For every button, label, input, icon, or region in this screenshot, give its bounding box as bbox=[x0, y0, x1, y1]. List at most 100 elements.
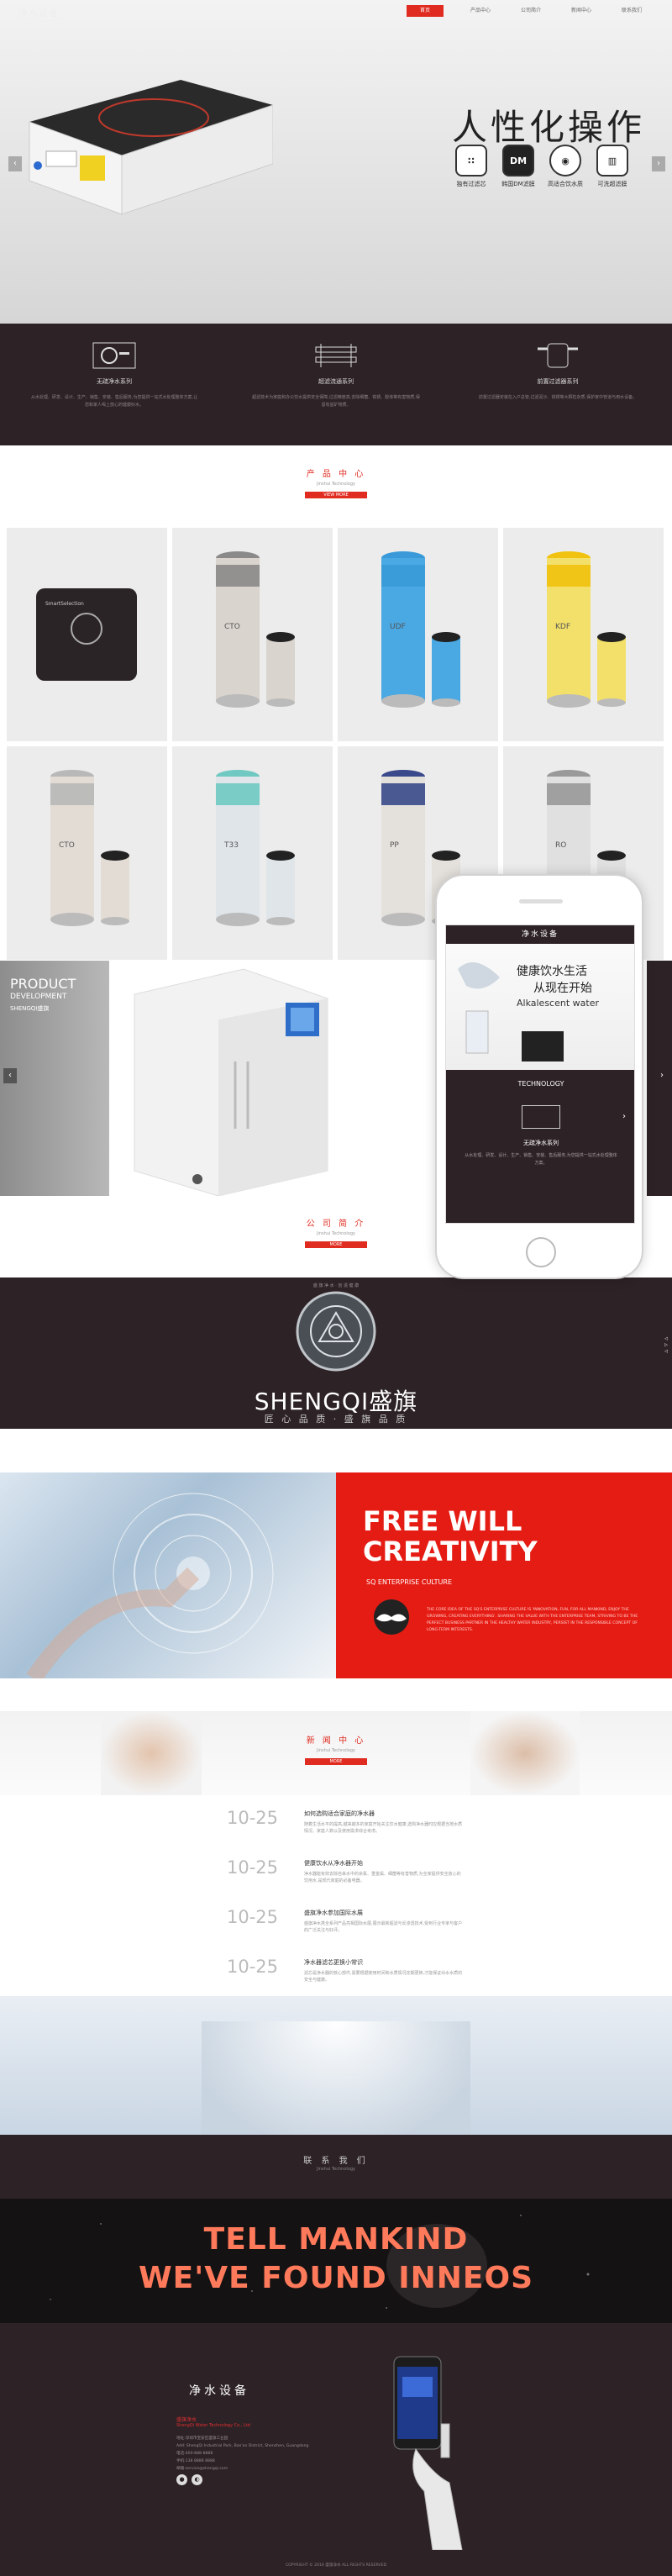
news-date: 10-25 bbox=[227, 1957, 279, 1977]
news-date: 10-25 bbox=[227, 1857, 279, 1878]
news-list: 10-25 如何选购适合家庭的净水器 随着生活水平的提高,越来越多的家庭开始关注… bbox=[227, 1803, 462, 2001]
product-image: UDF bbox=[381, 551, 460, 708]
section-title: 新 闻 中 心 bbox=[306, 1736, 366, 1746]
weibo-icon[interactable]: ● bbox=[176, 2474, 187, 2485]
hero-banner: 人性化操作 ∷ 独有过滤芯 DM 韩国DM滤膜 ◉ 高适合饮水质 ▥ 可洗超滤膜 ‹ › bbox=[0, 0, 672, 324]
nav-item-home[interactable]: 首页 bbox=[407, 5, 444, 17]
product-card[interactable]: UDF bbox=[338, 528, 498, 741]
feature-item: ▥ 可洗超滤膜 bbox=[593, 145, 632, 188]
news-title[interactable]: 净水器滤芯更换小常识 bbox=[304, 1958, 363, 1967]
phone-screen: 净水设备 健康饮水生活 从现在开始 Alkalescent water TECH… bbox=[445, 925, 635, 1224]
ultrafilter-icon bbox=[312, 340, 360, 371]
news-item[interactable]: 10-25 如何选购适合家庭的净水器 随着生活水平的提高,越来越多的家庭开始关注… bbox=[227, 1803, 462, 1852]
feature-list: ∷ 独有过滤芯 DM 韩国DM滤膜 ◉ 高适合饮水质 ▥ 可洗超滤膜 bbox=[452, 145, 632, 188]
series-item[interactable]: 前置过滤器系列 前置过滤器安装在入户总管,过滤泥沙、铁锈等大颗粒杂质,保护家中管… bbox=[474, 340, 642, 402]
product-card[interactable]: SmartSelection bbox=[7, 528, 167, 741]
section-subtitle: Jinshui Technology bbox=[317, 482, 355, 487]
site-logo[interactable]: 净水设备 bbox=[18, 6, 59, 19]
news-date: 10-25 bbox=[227, 1907, 279, 1927]
series-title: 无疏净水系列 bbox=[97, 378, 132, 385]
culture-text: THE CORE IDEA OF THE SQ'S ENTERPRISE CUL… bbox=[427, 1608, 638, 1632]
series-desc: 从水处理、研发、设计、生产、销售、安装、售后服务,为您提供一站式水处理整体方案,… bbox=[30, 395, 198, 408]
contact-heading: 联 系 我 们 Jinshui Technology bbox=[0, 2135, 672, 2199]
footer-info: 地址:深圳市宝安区盛旗工业园 Add: ShengQi Industrial P… bbox=[176, 2435, 308, 2473]
news-title[interactable]: 健康饮水从净水器开始 bbox=[304, 1859, 363, 1867]
dm-icon: DM bbox=[502, 145, 534, 176]
culture-title: FREE WILL CREATIVITY bbox=[363, 1506, 538, 1567]
news-title[interactable]: 如何选购适合家庭的净水器 bbox=[304, 1810, 375, 1818]
footer-logo: 净水设备 bbox=[189, 2384, 249, 2398]
phone-headline-3: Alkalescent water bbox=[517, 998, 599, 1009]
svg-text:KDF: KDF bbox=[555, 623, 570, 631]
footer-company: 盛旗净水 bbox=[176, 2417, 197, 2423]
news-item[interactable]: 10-25 盛旗净水参加国际水展 盛旗净水携全系列产品亮相国际水展,展示最新超滤… bbox=[227, 1902, 462, 1952]
brand-section: 盛 旗 净 水 · 创 造 健 康 SHENGQI盛旗 匠 心 品 质 · 盛 … bbox=[0, 1277, 672, 1429]
side-tools[interactable]: ◁ ▷ ◁ bbox=[664, 1336, 669, 1354]
robot-hand-phone-image bbox=[393, 2356, 463, 2550]
svg-text:CTO: CTO bbox=[59, 841, 75, 850]
news-more-button[interactable]: MORE bbox=[305, 1758, 367, 1765]
culture-panel: FREE WILL CREATIVITY SQ ENTERPRISE CULTUR… bbox=[336, 1472, 672, 1678]
culture-image bbox=[0, 1472, 336, 1678]
chevron-right-icon[interactable]: › bbox=[622, 1112, 626, 1121]
water-splash-image bbox=[458, 962, 500, 1054]
tell-line-1: TELL MANKIND bbox=[203, 2222, 469, 2257]
series-title: 超滤流通系列 bbox=[318, 378, 354, 385]
product-card[interactable]: CTO bbox=[7, 746, 167, 960]
svg-text:CTO: CTO bbox=[224, 623, 240, 631]
dev-prev-button[interactable]: ‹ bbox=[3, 1068, 17, 1083]
nav-item-news[interactable]: 新闻中心 bbox=[556, 5, 606, 17]
tell-banner: TELL MANKIND WE'VE FOUND INNEOS bbox=[0, 2199, 672, 2323]
product-image: CTO bbox=[50, 770, 129, 926]
phone-headline-2: 从现在开始 bbox=[533, 982, 592, 995]
news-heading: 新 闻 中 心 Jinshui Technology MORE bbox=[0, 1733, 672, 1765]
news-desc: 盛旗净水携全系列产品亮相国际水展,展示最新超滤与反渗透技术,受到行业专家与客户的… bbox=[304, 1921, 463, 1933]
product-card[interactable]: CTO bbox=[172, 528, 333, 741]
dev-title: PRODUCT bbox=[10, 976, 76, 992]
water-drop-icon: ◉ bbox=[549, 145, 581, 176]
company-more-button[interactable]: MORE bbox=[305, 1241, 367, 1248]
section-subtitle: Jinshui Technology bbox=[317, 2167, 355, 2172]
culture-subtitle: SQ ENTERPRISE CULTURE bbox=[366, 1578, 453, 1586]
products-more-button[interactable]: VIEW MORE bbox=[305, 492, 367, 498]
products-heading: 产 品 中 心 Jinshui Technology VIEW MORE bbox=[0, 466, 672, 498]
nav-item-contact[interactable]: 联系我们 bbox=[606, 5, 657, 17]
news-title[interactable]: 盛旗净水参加国际水展 bbox=[304, 1909, 363, 1917]
dev-brand: SHENGQI盛旗 bbox=[10, 1005, 50, 1012]
nav-item-about[interactable]: 公司简介 bbox=[506, 5, 556, 17]
culture-title-line-1: FREE WILL bbox=[363, 1505, 522, 1537]
product-card[interactable]: T33 bbox=[172, 746, 333, 960]
series-item[interactable]: 无疏净水系列 从水处理、研发、设计、生产、销售、安装、售后服务,为您提供一站式水… bbox=[30, 340, 198, 409]
footer-company-en: ShengQi Water Technology Co., Ltd bbox=[176, 2423, 250, 2428]
footer-info-line: 地址:深圳市宝安区盛旗工业园 bbox=[176, 2436, 228, 2441]
product-card[interactable]: KDF bbox=[503, 528, 664, 741]
site-header: 净水设备 首页 产品中心 公司简介 新闻中心 联系我们 bbox=[0, 0, 672, 24]
svg-text:RO: RO bbox=[555, 841, 566, 850]
site-footer: 净水设备 盛旗净水 ShengQi Water Technology Co., … bbox=[0, 2323, 672, 2555]
series-item[interactable]: 超滤流通系列 超滤技术为家庭和办公饮水提供安全保障,过滤精度高,去除细菌、铁锈、… bbox=[252, 340, 420, 409]
phone-headline-1: 健康饮水生活 bbox=[517, 965, 587, 978]
ro-icon: ▥ bbox=[596, 145, 628, 176]
feature-label: 可洗超滤膜 bbox=[597, 181, 627, 187]
news-item[interactable]: 10-25 净水器滤芯更换小常识 滤芯是净水器的核心部件,需要根据使用时间和水质… bbox=[227, 1952, 462, 2001]
feature-item: ◉ 高适合饮水质 bbox=[546, 145, 585, 188]
section-title: 联 系 我 们 bbox=[303, 2157, 369, 2166]
pre-filter-icon bbox=[534, 340, 581, 371]
feature-label: 高适合饮水质 bbox=[548, 181, 583, 187]
svg-text:PP: PP bbox=[390, 841, 399, 850]
footer-info-line: 手机:138 8888 8888 bbox=[176, 2459, 215, 2463]
news-item[interactable]: 10-25 健康饮水从净水器开始 净水器能有效去除自来水中的余氯、重金属、细菌等… bbox=[227, 1852, 462, 1902]
footer-info-line: 邮箱:service@shengqi.com bbox=[176, 2467, 228, 2471]
nav-item-products[interactable]: 产品中心 bbox=[455, 5, 506, 17]
hero-prev-button[interactable]: ‹ bbox=[8, 156, 22, 171]
phone-section-title: TECHNOLOGY bbox=[517, 1080, 564, 1088]
series-title: 前置过滤器系列 bbox=[537, 378, 579, 385]
phone-logo: 净水设备 bbox=[446, 925, 634, 944]
purifier-icon bbox=[522, 1105, 560, 1129]
series-strip: 无疏净水系列 从水处理、研发、设计、生产、销售、安装、售后服务,为您提供一站式水… bbox=[0, 324, 672, 445]
product-image: SmartSelection bbox=[36, 588, 137, 681]
hero-next-button[interactable]: › bbox=[652, 156, 665, 171]
wechat-icon[interactable]: ◐ bbox=[192, 2474, 202, 2485]
dev-next-button[interactable]: › bbox=[655, 1068, 669, 1083]
phone-product-image bbox=[522, 1031, 564, 1061]
